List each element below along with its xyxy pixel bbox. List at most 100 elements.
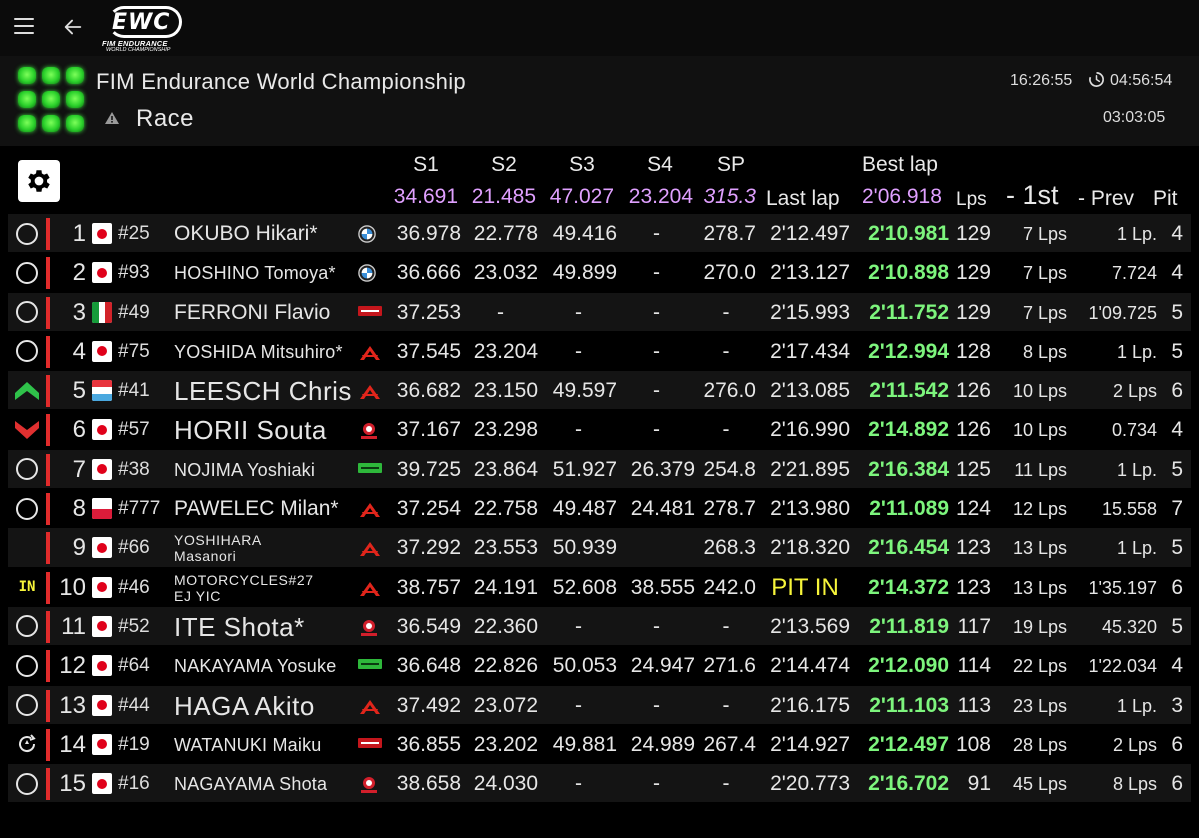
status-cell — [12, 253, 42, 292]
col-s3-header[interactable]: S3 — [554, 153, 610, 177]
laps: 129 — [955, 222, 991, 245]
sector-3: 50.053 — [552, 654, 617, 678]
pit-stops: 4 — [1171, 654, 1183, 678]
gap-to-previous: 15.558 — [1101, 499, 1157, 520]
bike-number: #41 — [118, 380, 150, 402]
last-lap: 2'15.993 — [770, 300, 850, 324]
table-row[interactable]: 3 #49 FERRONI Flavio 37.253 - - - - 2'15.993 2'11… — [8, 292, 1191, 332]
sector-1: 36.682 — [396, 379, 461, 403]
laps: 123 — [955, 575, 991, 599]
table-row[interactable]: 2 #93 HOSHINO Tomoya* 36.666 23.032 49.899 - 27… — [8, 253, 1191, 293]
laps: 126 — [955, 418, 991, 442]
sector-4: - — [653, 614, 660, 638]
sector-3: 51.927 — [552, 457, 617, 481]
sector-4: - — [653, 772, 660, 796]
bike-number: #75 — [118, 340, 150, 362]
gap-to-previous: 1 Lp. — [1116, 341, 1157, 362]
sector-1: 38.757 — [396, 575, 461, 599]
laps: 129 — [955, 300, 991, 324]
back-arrow-icon[interactable] — [62, 16, 84, 38]
pit-stops: 6 — [1171, 575, 1183, 599]
table-row[interactable]: 12 #64 NAKAYAMA Yosuke 36.648 22.826 50.053 24… — [8, 646, 1191, 686]
status-cell — [12, 332, 42, 371]
sector-3: - — [575, 614, 582, 638]
table-row[interactable]: 4 #75 YOSHIDA Mitsuhiro* 37.545 23.204 - - - 2'1… — [8, 331, 1191, 372]
status-cell: IN — [12, 568, 42, 607]
speed: 278.7 — [703, 222, 756, 245]
status-cell — [12, 214, 42, 253]
gap-to-first: 10 Lps — [1012, 420, 1067, 441]
aprilia-logo-icon — [358, 736, 382, 754]
gap-to-previous: 2 Lps — [1112, 734, 1157, 755]
jp-flag-icon — [92, 340, 112, 362]
jp-flag-icon — [92, 576, 112, 598]
jp-flag-icon — [92, 733, 112, 755]
gap-to-first: 28 Lps — [1012, 734, 1067, 755]
speed: 267.4 — [703, 732, 756, 756]
col-best-lap-header[interactable]: Best lap — [862, 153, 938, 177]
bike-number: #52 — [118, 615, 150, 637]
table-row[interactable]: 6 #57 HORII Souta 37.167 23.298 - - - 2'16.990 2'… — [8, 410, 1191, 450]
hamburger-menu-icon[interactable] — [14, 18, 34, 34]
table-row[interactable]: 7 #38 NOJIMA Yoshiaki 39.725 23.864 51.927 26.… — [8, 449, 1191, 490]
col-s1-header[interactable]: S1 — [398, 153, 454, 177]
status-running-icon — [16, 301, 38, 324]
rider-name: PAWELEC Milan* — [174, 497, 339, 521]
gap-to-previous: 1'22.034 — [1088, 656, 1157, 677]
best-lap: 2'14.372 — [868, 575, 949, 599]
sector-1: 37.253 — [396, 300, 461, 324]
jp-flag-icon — [92, 458, 112, 480]
best-s2: 21.485 — [471, 185, 536, 208]
col-speed-header[interactable]: SP — [704, 153, 758, 177]
rider-name: HAGA Akito — [174, 690, 315, 721]
bmw-logo-icon — [358, 264, 380, 283]
col-gap-prev-header[interactable]: - Prev — [1078, 187, 1134, 211]
gap-to-first: 7 Lps — [1022, 263, 1067, 284]
table-row[interactable]: IN 10 #46 MOTORCYCLES#27 EJ YIC 38.757 24.191 5… — [8, 567, 1191, 607]
gap-to-previous: 7.724 — [1111, 263, 1157, 284]
table-row[interactable]: 13 #44 HAGA Akito 37.492 23.072 - - - 2'16.175 2'… — [8, 685, 1191, 725]
gap-to-previous: 1 Lp. — [1116, 695, 1157, 716]
gap-to-first: 13 Lps — [1012, 538, 1067, 559]
col-s4-header[interactable]: S4 — [632, 153, 688, 177]
gap-to-previous: 45.320 — [1101, 616, 1157, 637]
speed: 254.8 — [703, 457, 756, 481]
gap-to-first: 7 Lps — [1022, 302, 1067, 323]
col-s2-header[interactable]: S2 — [476, 153, 532, 177]
col-gap-first-header[interactable]: - 1st — [1006, 180, 1059, 211]
settings-button[interactable] — [18, 160, 60, 202]
rider-name: ITE Shota* — [174, 611, 305, 642]
table-row[interactable]: 8 #777 PAWELEC Milan* 37.254 22.758 49.487 24.… — [8, 489, 1191, 529]
col-last-lap-header[interactable]: Last lap — [766, 187, 840, 211]
sector-3: - — [575, 300, 582, 324]
status-running-icon — [16, 654, 38, 677]
sector-2: 23.072 — [473, 693, 538, 717]
sector-2: 24.030 — [473, 772, 538, 796]
position: 8 — [72, 495, 86, 523]
jp-flag-icon — [92, 537, 112, 559]
it-flag-icon — [92, 301, 112, 323]
aprilia-logo-icon — [358, 304, 382, 322]
gap-to-first: 19 Lps — [1012, 616, 1067, 637]
sector-2: 23.864 — [473, 457, 538, 481]
table-row[interactable]: 14 #19 WATANUKI Maiku 36.855 23.202 49.881 24.… — [8, 724, 1191, 765]
pit-stops: 5 — [1171, 457, 1183, 481]
table-row[interactable]: 11 #52 ITE Shota* 36.549 22.360 - - - 2'13.569 2'… — [8, 606, 1191, 647]
ewc-logo[interactable]: EWC FIM ENDURANCE WORLD CHAMPIONSHIP — [100, 4, 188, 53]
sector-2: - — [497, 300, 504, 324]
col-pit-header[interactable]: Pit — [1153, 187, 1178, 211]
sector-4: - — [653, 300, 660, 324]
bike-number: #64 — [118, 655, 150, 677]
table-row[interactable]: 15 #16 NAGAYAMA Shota 38.658 24.030 - - - 2'20.7… — [8, 764, 1191, 804]
table-row[interactable]: 5 #41 LEESCH Chris 36.682 23.150 49.597 - 276.0… — [8, 371, 1191, 411]
status-cell — [12, 686, 42, 725]
rider-name: MOTORCYCLES#27 EJ YIC — [174, 571, 314, 604]
laps: 114 — [957, 654, 991, 678]
best-lap: 2'16.384 — [868, 457, 949, 481]
position: 3 — [72, 298, 86, 326]
table-row[interactable]: 1 #25 OKUBO Hikari* 36.978 22.778 49.416 - 278.… — [8, 214, 1191, 254]
col-laps-header[interactable]: Lps — [956, 189, 987, 211]
session-header: FIM Endurance World Championship Race 16… — [0, 56, 1199, 146]
status-running-icon — [16, 261, 38, 284]
table-row[interactable]: 9 #66 YOSHIHARA Masanori 37.292 23.553 50.939 2… — [8, 528, 1191, 568]
